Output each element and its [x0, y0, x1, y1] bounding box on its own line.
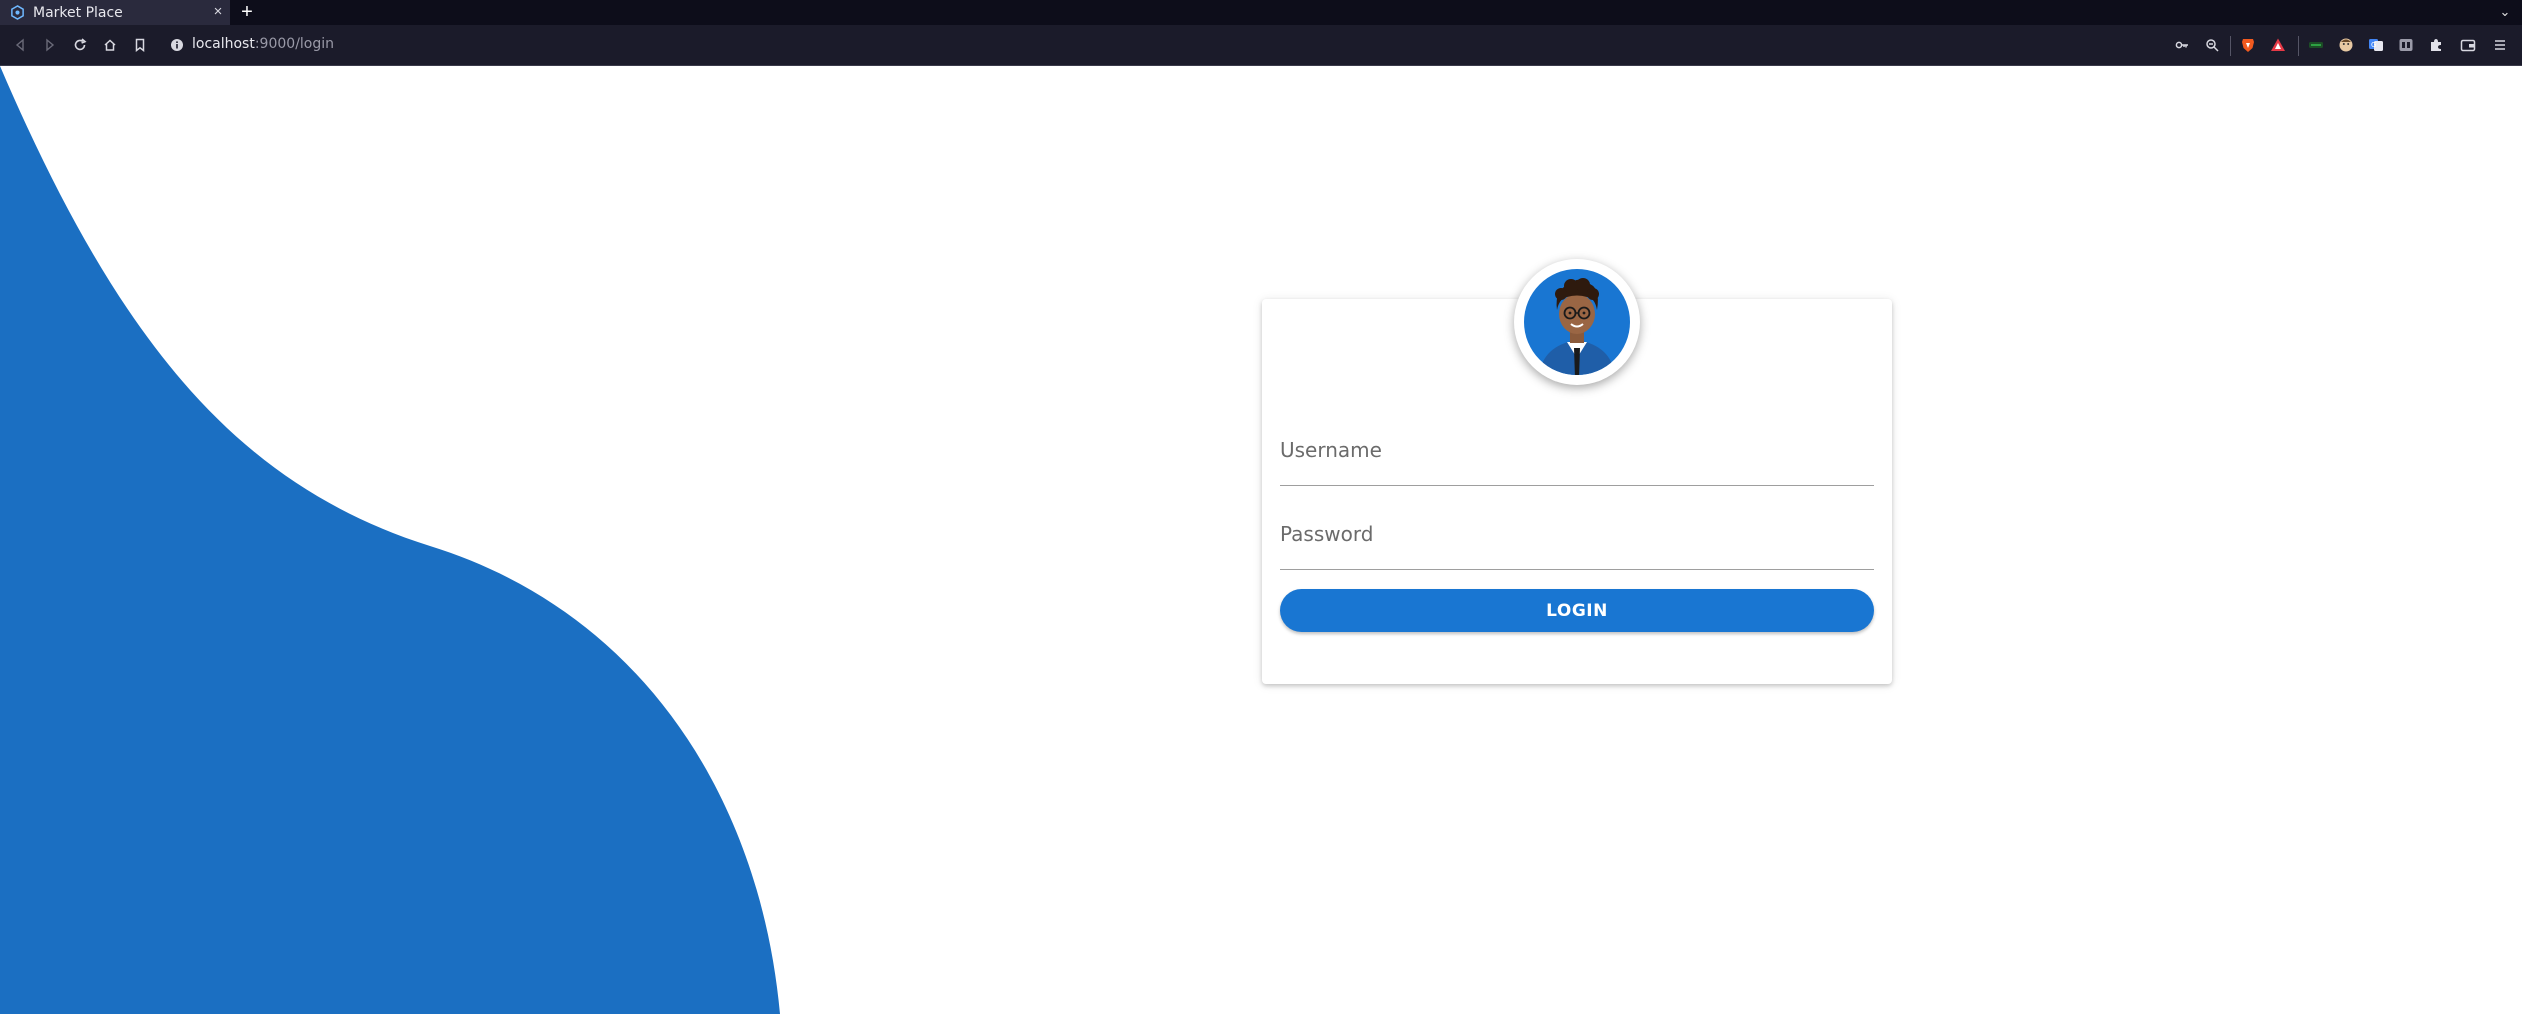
login-page: Username Password LOGIN [0, 66, 2522, 1014]
bookmark-icon[interactable] [130, 35, 150, 55]
browser-toolbar: localhost:9000/login G [0, 25, 2522, 66]
tab-title: Market Place [33, 5, 123, 21]
background-wave [0, 66, 780, 1014]
address-bar[interactable]: localhost:9000/login [162, 30, 2202, 60]
zoom-icon[interactable] [2202, 35, 2222, 55]
wallet-icon[interactable] [2458, 35, 2478, 55]
url-host: localhost [192, 36, 255, 52]
username-underline [1280, 485, 1874, 486]
url-path: :9000/login [254, 36, 335, 52]
username-label: Username [1280, 438, 1382, 462]
extension-translate-icon[interactable]: G [2366, 35, 2386, 55]
reload-icon[interactable] [70, 35, 90, 55]
extension-grid-icon[interactable] [2396, 35, 2416, 55]
toolbar-divider [2230, 36, 2231, 56]
menu-icon[interactable] [2490, 35, 2510, 55]
brave-rewards-icon[interactable] [2268, 35, 2288, 55]
password-label: Password [1280, 522, 1374, 546]
extensions-puzzle-icon[interactable] [2426, 35, 2446, 55]
forward-icon[interactable] [40, 35, 60, 55]
back-icon[interactable] [10, 35, 30, 55]
extension-green-icon[interactable] [2306, 35, 2326, 55]
toolbar-divider [2298, 36, 2299, 56]
key-icon[interactable] [2172, 35, 2192, 55]
favicon-icon [11, 5, 24, 20]
login-button[interactable]: LOGIN [1280, 589, 1874, 632]
tab-close-icon[interactable]: × [210, 3, 226, 21]
browser-tab[interactable]: Market Place × [0, 0, 230, 25]
site-info-icon[interactable] [170, 38, 184, 52]
extension-face-icon[interactable] [2336, 35, 2356, 55]
password-field[interactable]: Password [1280, 512, 1874, 570]
tab-list-dropdown-icon[interactable]: ⌄ [2496, 3, 2514, 21]
brave-shield-icon[interactable] [2238, 35, 2258, 55]
new-tab-button[interactable]: + [238, 2, 256, 22]
browser-tab-strip: Market Place × + ⌄ [0, 0, 2522, 25]
url-text: localhost:9000/login [192, 36, 334, 52]
home-icon[interactable] [100, 35, 120, 55]
user-avatar-icon [1514, 259, 1640, 385]
svg-text:G: G [2371, 41, 2376, 49]
username-field[interactable]: Username [1280, 428, 1874, 486]
password-underline [1280, 569, 1874, 570]
